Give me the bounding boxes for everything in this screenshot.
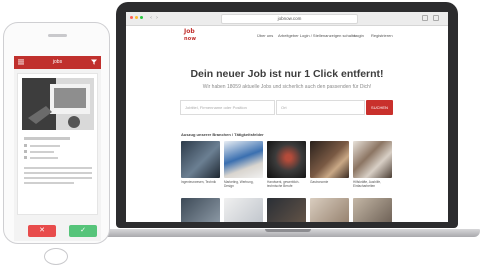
description-line (24, 172, 92, 174)
nav-link-register[interactable]: Registrieren (371, 33, 393, 38)
search-button[interactable]: SUCHEN (366, 100, 393, 115)
marketing-photo-icon (224, 141, 263, 178)
share-icon[interactable] (422, 15, 428, 21)
dislike-button[interactable]: ✕ (28, 225, 56, 237)
craft-photo-icon (267, 141, 306, 178)
hero-subtitle: Wir haben 18059 aktuelle Jobs und sicher… (202, 84, 372, 90)
location-input[interactable]: Ort (276, 100, 365, 115)
site-header: Job now Über uns Arbeitgeber Login / Ste… (126, 26, 448, 48)
category-label: Hilfskräfte, Aushilfe, Einfacharbeiten (353, 180, 381, 188)
logo-text-top: Job (184, 28, 195, 35)
address-bar[interactable]: jobnow.com (221, 14, 358, 24)
minimize-dot-icon[interactable] (135, 16, 138, 19)
laptop-screen: ‹ › jobnow.com Job now Über uns Arbeitge… (126, 12, 448, 222)
phone-screen: jobs ✕ ✓ (14, 56, 101, 241)
job-card[interactable] (17, 73, 98, 215)
filter-icon[interactable] (91, 59, 97, 65)
hero-title: Dein neuer Job ist nur 1 Click entfernt! (190, 68, 384, 80)
category-photo-icon[interactable] (181, 198, 220, 222)
job-meta-line (30, 150, 54, 153)
close-dot-icon[interactable] (130, 16, 133, 19)
category-card-marketing[interactable]: Marketing, Werbung, Design (224, 141, 263, 188)
category-label: Ingenieurwesen, Technik (181, 180, 217, 184)
category-label: Marketing, Werbung, Design (224, 180, 254, 188)
nav-link-login[interactable]: Login (354, 33, 364, 38)
job-card-photo (22, 78, 94, 130)
description-line (24, 182, 74, 184)
nav-link-employer-login[interactable]: Arbeitgeber Login / Stellenanzeigen scha… (278, 33, 357, 38)
category-photo-icon[interactable] (224, 198, 263, 222)
job-meta-line (30, 156, 58, 159)
category-label: Gastronomie (310, 180, 329, 184)
browser-toolbar: ‹ › jobnow.com (126, 12, 448, 26)
phone-home-button[interactable] (44, 248, 68, 265)
job-meta-line (30, 144, 60, 147)
keyword-search-input[interactable]: Jobtitel, Firmenname oder Position (180, 100, 275, 115)
laptop-notch (265, 229, 311, 232)
app-bar: jobs (14, 56, 101, 69)
salary-icon (24, 156, 27, 159)
job-title-line (24, 137, 70, 140)
site-logo[interactable]: Job now (184, 28, 200, 43)
engineering-photo-icon (181, 141, 220, 178)
phone-frame: jobs ✕ ✓ (3, 22, 110, 265)
category-label: Handwerk, gewerblich-technische Berufe (267, 180, 300, 188)
maximize-dot-icon[interactable] (140, 16, 143, 19)
nav-link-about[interactable]: Über uns (257, 33, 273, 38)
description-line (24, 167, 92, 169)
category-card-craft[interactable]: Handwerk, gewerblich-technische Berufe (267, 141, 306, 188)
category-card-helper[interactable]: Hilfskräfte, Aushilfe, Einfacharbeiten (353, 141, 392, 188)
gastronomy-photo-icon (310, 141, 349, 178)
like-button[interactable]: ✓ (69, 225, 97, 237)
category-card-gastronomy[interactable]: Gastronomie (310, 141, 349, 184)
location-icon (24, 144, 27, 147)
phone-speaker (48, 34, 67, 37)
logo-text-bottom: now (184, 36, 197, 42)
category-photo-icon[interactable] (310, 198, 349, 222)
category-photo-icon[interactable] (267, 198, 306, 222)
description-line (24, 177, 92, 179)
app-title: jobs (52, 59, 63, 65)
forward-icon[interactable]: › (156, 15, 158, 21)
categories-heading: Auszug unserer Branchen / Tätigkeitsfeld… (181, 132, 264, 137)
tabs-icon[interactable] (433, 15, 439, 21)
clock-icon (24, 150, 27, 153)
category-card-engineering[interactable]: Ingenieurwesen, Technik (181, 141, 220, 184)
category-photo-icon[interactable] (353, 198, 392, 222)
back-icon[interactable]: ‹ (150, 15, 152, 21)
helper-photo-icon (353, 141, 392, 178)
